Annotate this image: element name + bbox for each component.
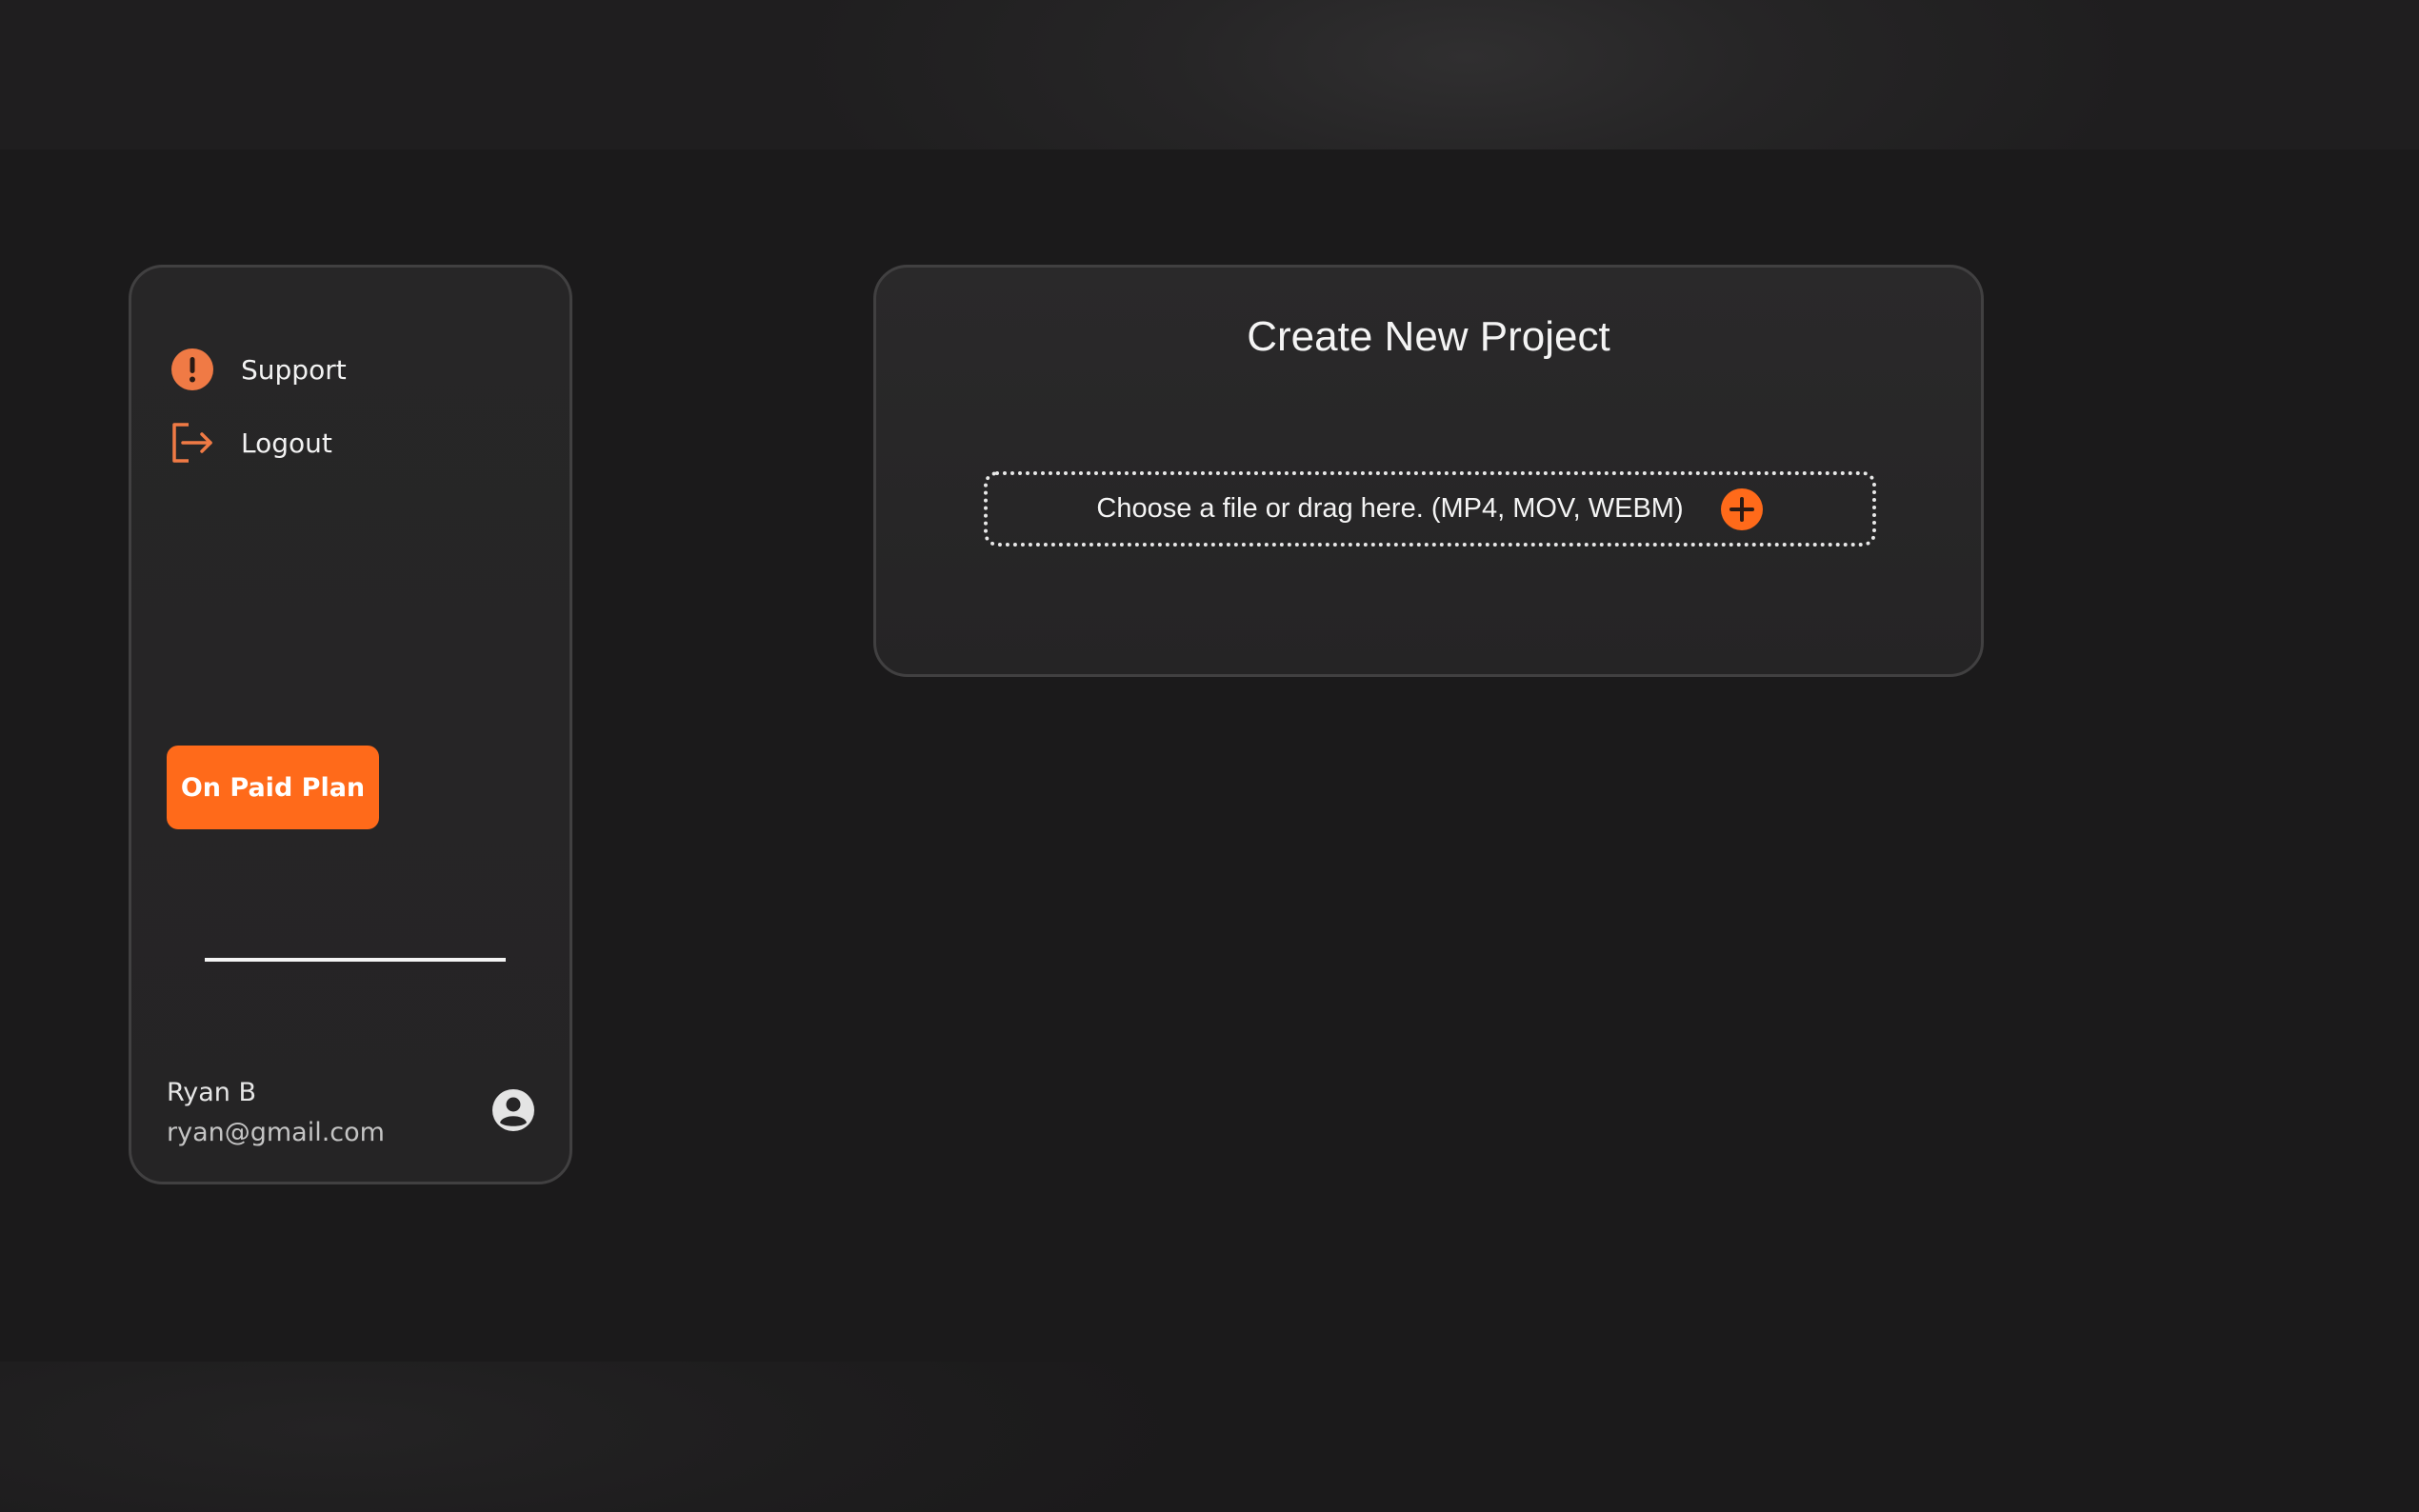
dropzone-text: Choose a file or drag here. (MP4, MOV, W… bbox=[1096, 493, 1684, 524]
logout-icon bbox=[170, 420, 215, 466]
user-info: Ryan B ryan@gmail.com bbox=[167, 1075, 385, 1151]
user-circle-icon[interactable] bbox=[491, 1088, 535, 1132]
card-title: Create New Project bbox=[1247, 313, 1610, 360]
sidebar-item-support[interactable]: Support bbox=[170, 347, 347, 392]
user-name: Ryan B bbox=[167, 1078, 257, 1107]
plus-circle-icon[interactable] bbox=[1720, 487, 1764, 531]
file-dropzone[interactable]: Choose a file or drag here. (MP4, MOV, W… bbox=[984, 471, 1876, 547]
user-email: ryan@gmail.com bbox=[167, 1118, 385, 1147]
sidebar-item-label: Support bbox=[241, 353, 347, 386]
create-project-card: Create New Project Choose a file or drag… bbox=[873, 265, 1984, 677]
sidebar-divider bbox=[205, 958, 506, 962]
sidebar: Support Logout On Paid Plan Ryan B ryan@… bbox=[129, 265, 572, 1184]
paid-plan-button[interactable]: On Paid Plan bbox=[167, 746, 379, 829]
app-page: Support Logout On Paid Plan Ryan B ryan@… bbox=[0, 0, 2419, 1512]
sidebar-item-label: Logout bbox=[241, 427, 332, 459]
bottom-footer-band bbox=[0, 1362, 2419, 1512]
alert-circle-icon bbox=[170, 347, 215, 392]
top-header-band bbox=[0, 0, 2419, 149]
sidebar-item-logout[interactable]: Logout bbox=[170, 420, 332, 466]
